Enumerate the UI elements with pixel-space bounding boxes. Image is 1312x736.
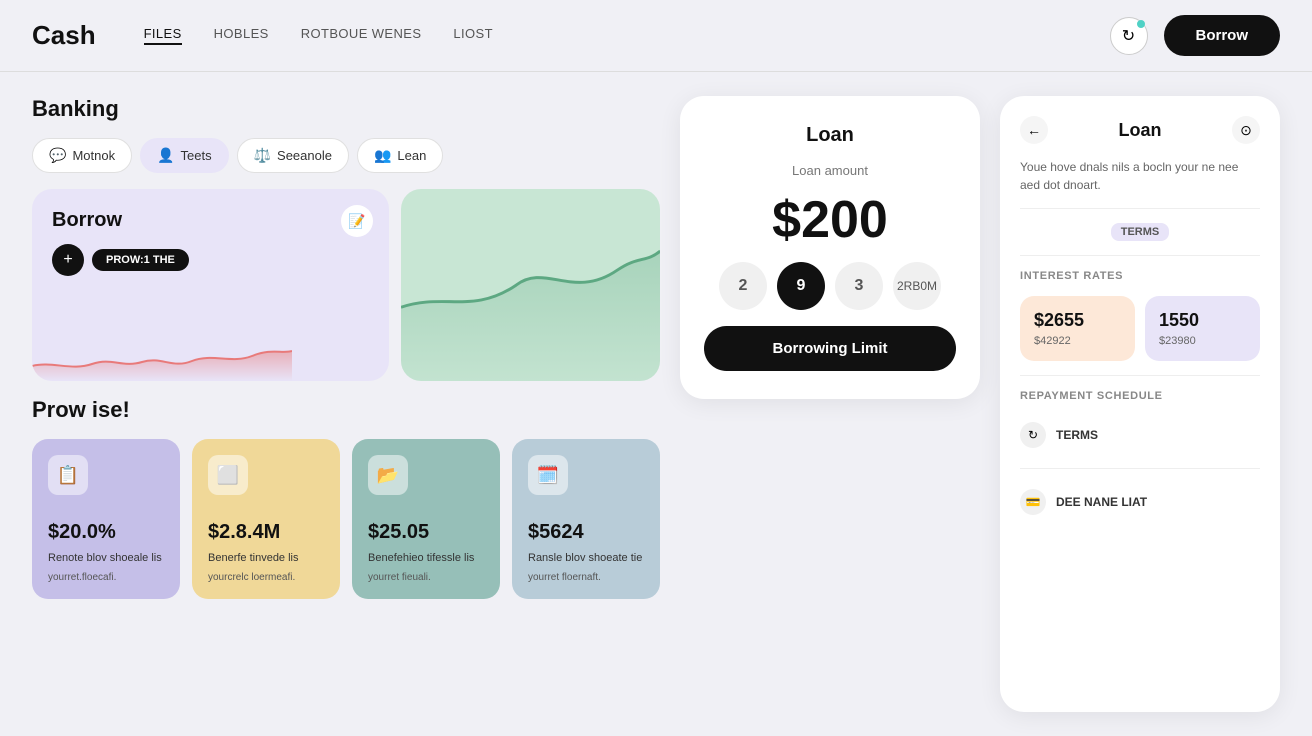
repayment-label-1: TERMS (1056, 428, 1098, 442)
header: Cash FILES HOBLES ROTBOUE WENES LIOST ↻ … (0, 0, 1312, 72)
rate-card-2: 1550 $23980 (1145, 296, 1260, 361)
center-panel: Loan Loan amount $200 2 9 3 2RB0M Borrow… (680, 96, 980, 712)
tab-motnok[interactable]: 💬 Motnok (32, 138, 132, 173)
green-chart (401, 189, 660, 381)
promise-amount-0: $20.0% (48, 521, 164, 544)
green-card (401, 189, 660, 381)
tab-lean[interactable]: 👥 Lean (357, 138, 443, 173)
header-actions: ↻ Borrow (1110, 15, 1281, 56)
rate-1-amount: $2655 (1034, 310, 1121, 331)
seeanole-icon: ⚖️ (254, 147, 271, 164)
divider-2 (1020, 255, 1260, 256)
motnok-icon: 💬 (49, 147, 66, 164)
main-nav: FILES HOBLES ROTBOUE WENES LIOST (144, 26, 1110, 45)
promise-sub-2: yourret fieuali. (368, 572, 484, 583)
nav-rotboue[interactable]: ROTBOUE WENES (301, 26, 422, 45)
tab-lean-label: Lean (397, 148, 426, 163)
borrowing-limit-button[interactable]: Borrowing Limit (704, 326, 956, 371)
promise-sub-0: yourret.floecafi. (48, 572, 164, 583)
left-panel: Banking 💬 Motnok 👤 Teets ⚖️ Seeanole 👥 L… (32, 96, 660, 712)
nav-files[interactable]: FILES (144, 26, 182, 45)
right-panel-title: Loan (1119, 120, 1162, 141)
tab-motnok-label: Motnok (72, 148, 115, 163)
banking-tabs: 💬 Motnok 👤 Teets ⚖️ Seeanole 👥 Lean (32, 138, 660, 173)
rate-2-amount: 1550 (1159, 310, 1246, 331)
loan-option-3[interactable]: 3 (835, 262, 883, 310)
back-button[interactable]: ← (1020, 116, 1048, 144)
promise-amount-3: $5624 (528, 521, 644, 544)
repayment-icon-2: 💳 (1020, 489, 1046, 515)
promise-card-1: ⬜ $2.8.4M Benerfe tinvede lis yourcrelc … (192, 439, 340, 599)
right-card: ← Loan ⊙ Youe hove dnals nils a bocln yo… (1000, 96, 1280, 712)
repayment-row-1: ↻ TERMS (1020, 416, 1260, 454)
borrow-card-title: Borrow (52, 209, 369, 232)
promise-amount-2: $25.05 (368, 521, 484, 544)
refresh-icon: ↻ (1122, 26, 1135, 46)
refresh-icon-btn[interactable]: ↻ (1110, 17, 1148, 55)
promise-cards: 📋 $20.0% Renote blov shoeale lis yourret… (32, 439, 660, 599)
divider-1 (1020, 208, 1260, 209)
settings-icon[interactable]: ⊙ (1232, 116, 1260, 144)
loan-option-text[interactable]: 2RB0M (893, 262, 941, 310)
borrow-pill[interactable]: PROW:1 THE (92, 249, 189, 271)
teets-icon: 👤 (157, 147, 174, 164)
promise-card-3: 🗓️ $5624 Ransle blov shoeate tie yourret… (512, 439, 660, 599)
edit-icon[interactable]: 📝 (341, 205, 373, 237)
promise-card-0: 📋 $20.0% Renote blov shoeale lis yourret… (32, 439, 180, 599)
divider-3 (1020, 375, 1260, 376)
promise-sub-3: yourret floernaft. (528, 572, 644, 583)
interest-rates-title: INTEREST RATES (1020, 270, 1260, 282)
tab-teets-label: Teets (181, 148, 212, 163)
loan-card-title: Loan (806, 124, 854, 147)
interest-rates: $2655 $42922 1550 $23980 (1020, 296, 1260, 361)
right-description: Youe hove dnals nils a bocln your ne nee… (1020, 158, 1260, 194)
loan-card: Loan Loan amount $200 2 9 3 2RB0M Borrow… (680, 96, 980, 399)
lean-icon: 👥 (374, 147, 391, 164)
promise-icon-1: ⬜ (208, 455, 248, 495)
nav-hobles[interactable]: HOBLES (214, 26, 269, 45)
banking-title: Banking (32, 96, 660, 122)
promise-sub-1: yourcrelc loermeafi. (208, 572, 324, 583)
loan-selector: 2 9 3 2RB0M (719, 262, 941, 310)
loan-option-2[interactable]: 2 (719, 262, 767, 310)
promise-label-3: Ransle blov shoeate tie (528, 552, 644, 564)
right-card-header: ← Loan ⊙ (1020, 116, 1260, 144)
rate-card-1: $2655 $42922 (1020, 296, 1135, 361)
promise-icon-3: 🗓️ (528, 455, 568, 495)
promise-label-0: Renote blov shoeale lis (48, 552, 164, 564)
tab-seeanole[interactable]: ⚖️ Seeanole (237, 138, 349, 173)
promise-icon-0: 📋 (48, 455, 88, 495)
promise-card-2: 📂 $25.05 Benefehieo tifessle lis yourret… (352, 439, 500, 599)
status-dot (1137, 20, 1145, 28)
borrow-plus-icon[interactable]: + (52, 244, 84, 276)
nav-liost[interactable]: LIOST (453, 26, 493, 45)
promise-icon-2: 📂 (368, 455, 408, 495)
loan-amount-label: Loan amount (792, 163, 868, 178)
loan-option-9[interactable]: 9 (777, 262, 825, 310)
borrow-card: Borrow + PROW:1 THE 📝 (32, 189, 389, 381)
rate-1-sub: $42922 (1034, 335, 1121, 347)
promise-title: Prow ise! (32, 397, 660, 423)
tab-seeanole-label: Seeanole (277, 148, 332, 163)
tab-teets[interactable]: 👤 Teets (140, 138, 229, 173)
promise-label-1: Benerfe tinvede lis (208, 552, 324, 564)
promise-amount-1: $2.8.4M (208, 521, 324, 544)
repayment-icon-1: ↻ (1020, 422, 1046, 448)
repayment-label-2: DEE NANE LIAT (1056, 495, 1147, 509)
promise-label-2: Benefehieo tifessle lis (368, 552, 484, 564)
cards-row: Borrow + PROW:1 THE 📝 (32, 189, 660, 381)
logo: Cash (32, 20, 96, 51)
borrow-button[interactable]: Borrow (1164, 15, 1281, 56)
right-panel: ← Loan ⊙ Youe hove dnals nils a bocln yo… (1000, 96, 1280, 712)
main-content: Banking 💬 Motnok 👤 Teets ⚖️ Seeanole 👥 L… (0, 72, 1312, 736)
borrow-chart (32, 326, 292, 381)
divider-4 (1020, 468, 1260, 469)
repayment-title: REPAYMENT SCHEDULE (1020, 390, 1260, 402)
repayment-row-2: 💳 DEE NANE LIAT (1020, 483, 1260, 521)
loan-amount: $200 (772, 194, 888, 246)
rate-2-sub: $23980 (1159, 335, 1246, 347)
terms-badge: TERMS (1111, 223, 1170, 241)
